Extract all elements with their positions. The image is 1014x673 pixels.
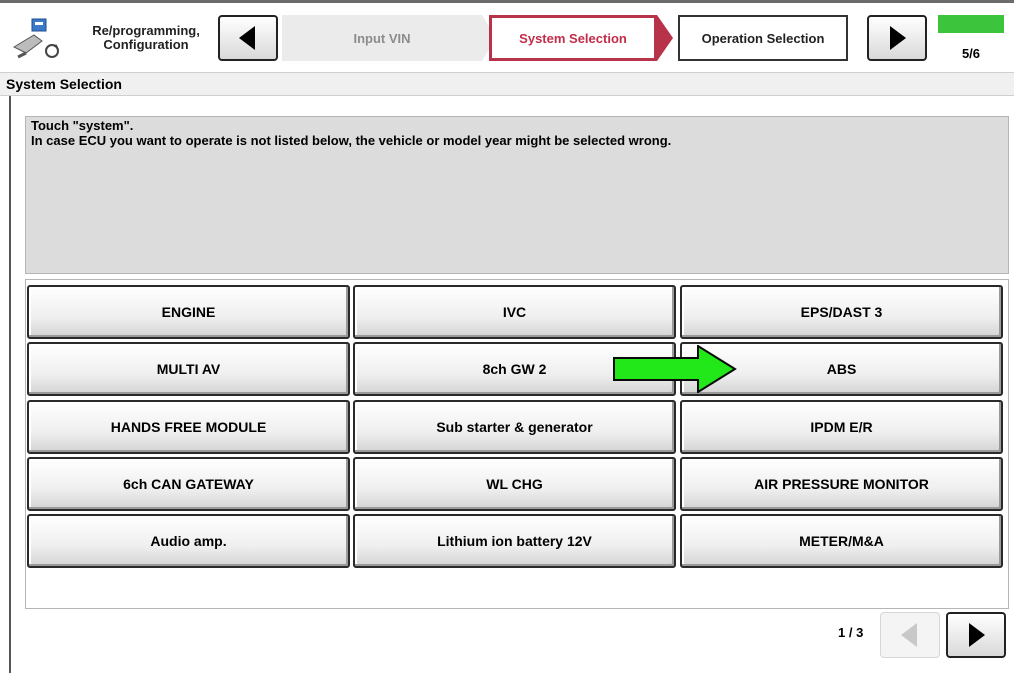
left-border xyxy=(9,96,11,673)
system-button[interactable]: 6ch CAN GATEWAY xyxy=(27,457,350,511)
reprogramming-icon xyxy=(12,17,66,61)
system-button[interactable]: HANDS FREE MODULE xyxy=(27,400,350,454)
back-arrow-icon xyxy=(239,26,255,50)
instruction-line: In case ECU you want to operate is not l… xyxy=(31,133,672,148)
app-title: Re/programming, Configuration xyxy=(76,24,216,52)
system-button[interactable]: AIR PRESSURE MONITOR xyxy=(680,457,1003,511)
progress-bar xyxy=(938,15,1004,33)
system-button-label: ABS xyxy=(826,361,857,377)
page-title: System Selection xyxy=(6,76,122,92)
instruction-line: Touch "system". xyxy=(31,118,134,133)
step-operation-selection[interactable]: Operation Selection xyxy=(678,15,848,61)
toolbar-edge xyxy=(0,0,1014,3)
system-button[interactable]: Audio amp. xyxy=(27,514,350,568)
chevron-left-icon xyxy=(901,623,917,647)
step-input-vin-label: Input VIN xyxy=(353,30,411,46)
previous-page-button[interactable] xyxy=(880,612,940,658)
system-button[interactable]: IVC xyxy=(353,285,676,339)
system-button[interactable]: EPS/DAST 3 xyxy=(680,285,1003,339)
back-button[interactable] xyxy=(218,15,278,61)
system-button[interactable]: IPDM E/R xyxy=(680,400,1003,454)
step-input-vin[interactable]: Input VIN xyxy=(282,15,482,61)
system-button[interactable]: Lithium ion battery 12V xyxy=(353,514,676,568)
step-operation-selection-label: Operation Selection xyxy=(701,30,825,46)
system-button[interactable]: MULTI AV xyxy=(27,342,350,396)
system-button-label: IVC xyxy=(502,304,527,320)
step-chevron xyxy=(657,15,673,61)
system-button-label: 6ch CAN GATEWAY xyxy=(123,476,254,492)
system-button-label: Lithium ion battery 12V xyxy=(437,533,592,549)
system-button-label: MULTI AV xyxy=(156,361,221,377)
system-button-label: Sub starter & generator xyxy=(436,419,593,435)
system-button[interactable]: ENGINE xyxy=(27,285,350,339)
system-button-label: ENGINE xyxy=(161,304,216,320)
system-button-label: Audio amp. xyxy=(150,533,227,549)
system-button-label: AIR PRESSURE MONITOR xyxy=(754,476,929,492)
step-system-selection[interactable]: System Selection xyxy=(489,15,657,61)
next-button[interactable] xyxy=(867,15,927,61)
next-arrow-icon xyxy=(890,26,906,50)
next-page-button[interactable] xyxy=(946,612,1006,658)
system-button[interactable]: WL CHG xyxy=(353,457,676,511)
system-button-label: METER/M&A xyxy=(799,533,884,549)
chevron-right-icon xyxy=(969,623,985,647)
app-title-line2: Configuration xyxy=(103,37,189,52)
app-title-line1: Re/programming, xyxy=(92,23,200,38)
pointer-arrow-icon xyxy=(612,344,738,394)
system-button-label: WL CHG xyxy=(486,476,543,492)
system-button-label: HANDS FREE MODULE xyxy=(110,419,267,435)
system-button[interactable]: Sub starter & generator xyxy=(353,400,676,454)
system-button-label: 8ch GW 2 xyxy=(482,361,547,377)
system-button[interactable]: METER/M&A xyxy=(680,514,1003,568)
page-indicator: 1 / 3 xyxy=(838,625,864,640)
instruction-panel: Touch "system". In case ECU you want to … xyxy=(25,116,1009,274)
system-button-label: EPS/DAST 3 xyxy=(800,304,883,320)
system-button-label: IPDM E/R xyxy=(810,419,873,435)
step-system-selection-label: System Selection xyxy=(519,30,627,46)
section-title-bar xyxy=(0,72,1014,96)
progress-counter: 5/6 xyxy=(961,46,981,61)
